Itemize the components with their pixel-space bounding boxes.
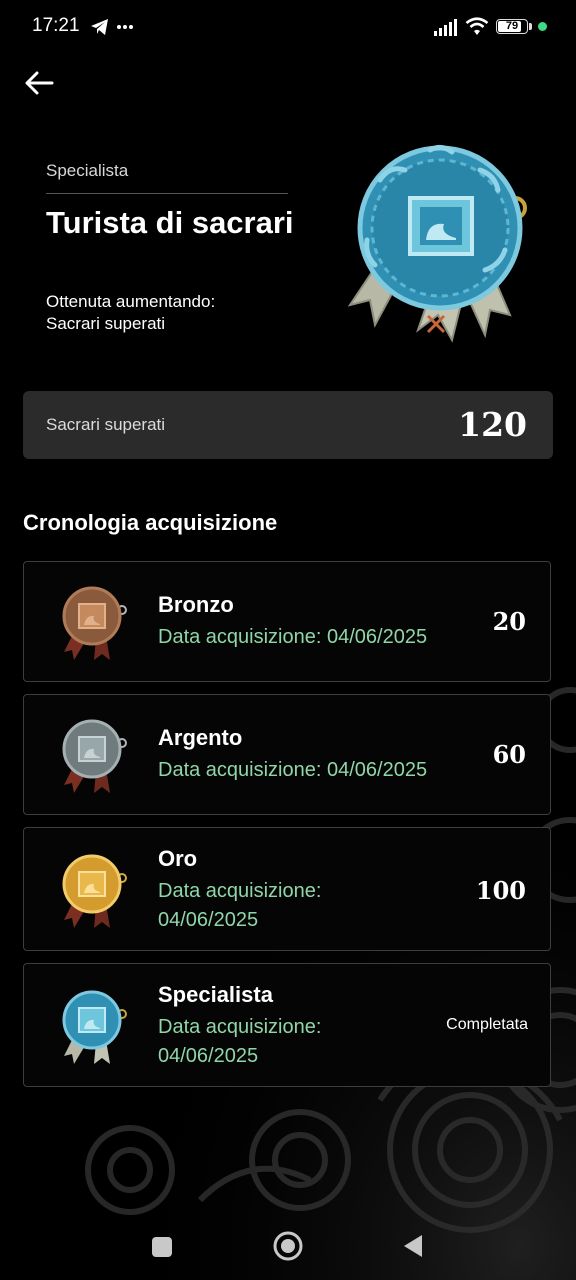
summary-label: Sacrari superati [46,415,166,434]
card-date-value: 04/06/2025 [158,1045,259,1067]
achievement-tier-label: Specialista [46,161,129,180]
bronze-medal-icon [62,586,127,660]
card-tier-name: Bronzo [158,592,234,617]
battery-percent: 79 [505,20,519,32]
history-card-gold[interactable]: Oro Data acquisizione: 04/06/2025 100 [23,827,551,951]
card-date: Data acquisizione: 04/06/2025 [158,1013,321,1071]
status-time: 17:21 [32,15,80,36]
history-card-specialist[interactable]: Specialista Data acquisizione: 04/06/202… [23,963,551,1087]
card-date: Data acquisizione: 04/06/2025 [158,759,428,781]
battery-icon: 79 [496,19,528,34]
card-date: Data acquisizione: 04/06/2025 [158,626,428,648]
divider [46,193,288,194]
summary-bar: Sacrari superati 120 [23,391,553,459]
system-nav-bar [0,1212,576,1280]
notification-dot [538,22,547,31]
card-date-value: 04/06/2025 [158,909,259,931]
more-dots-icon [117,25,133,29]
back-arrow-icon[interactable] [22,66,58,100]
card-date-label: Data acquisizione: [158,880,322,902]
battery-tip [529,23,532,30]
card-threshold: 20 [492,607,526,636]
history-section-title: Cronologia acquisizione [23,510,278,535]
achievement-title: Turista di sacrari [46,205,294,240]
gold-medal-icon [62,854,127,928]
history-card-bronze[interactable]: Bronzo Data acquisizione: 04/06/2025 20 [23,561,551,682]
signal-icon [434,19,457,36]
wifi-icon [465,17,489,35]
silver-medal-icon [62,719,127,793]
status-bar: 17:21 79 [0,0,576,56]
description-line-2: Sacrari superati [46,314,166,333]
specialist-small-medal-icon [62,990,127,1064]
card-tier-name: Specialista [158,982,273,1007]
summary-value: 120 [458,405,527,444]
card-tier-name: Oro [158,846,198,871]
card-threshold: 60 [492,740,526,769]
back-triangle-icon[interactable] [402,1234,424,1258]
recents-square-icon[interactable] [151,1236,173,1258]
card-date-label: Data acquisizione: [158,1016,322,1038]
card-tier-name: Argento [158,725,243,750]
description-line-1: Ottenuta aumentando: [46,292,216,311]
card-threshold: 100 [475,876,526,905]
specialist-medal-icon [347,144,527,343]
card-date: Data acquisizione: 04/06/2025 [158,877,321,935]
achievement-description: Ottenuta aumentando: Sacrari superati [46,291,306,335]
telegram-icon [91,19,108,35]
card-status: Completata [446,1016,528,1033]
history-card-silver[interactable]: Argento Data acquisizione: 04/06/2025 60 [23,694,551,815]
home-circle-icon[interactable] [272,1230,304,1262]
